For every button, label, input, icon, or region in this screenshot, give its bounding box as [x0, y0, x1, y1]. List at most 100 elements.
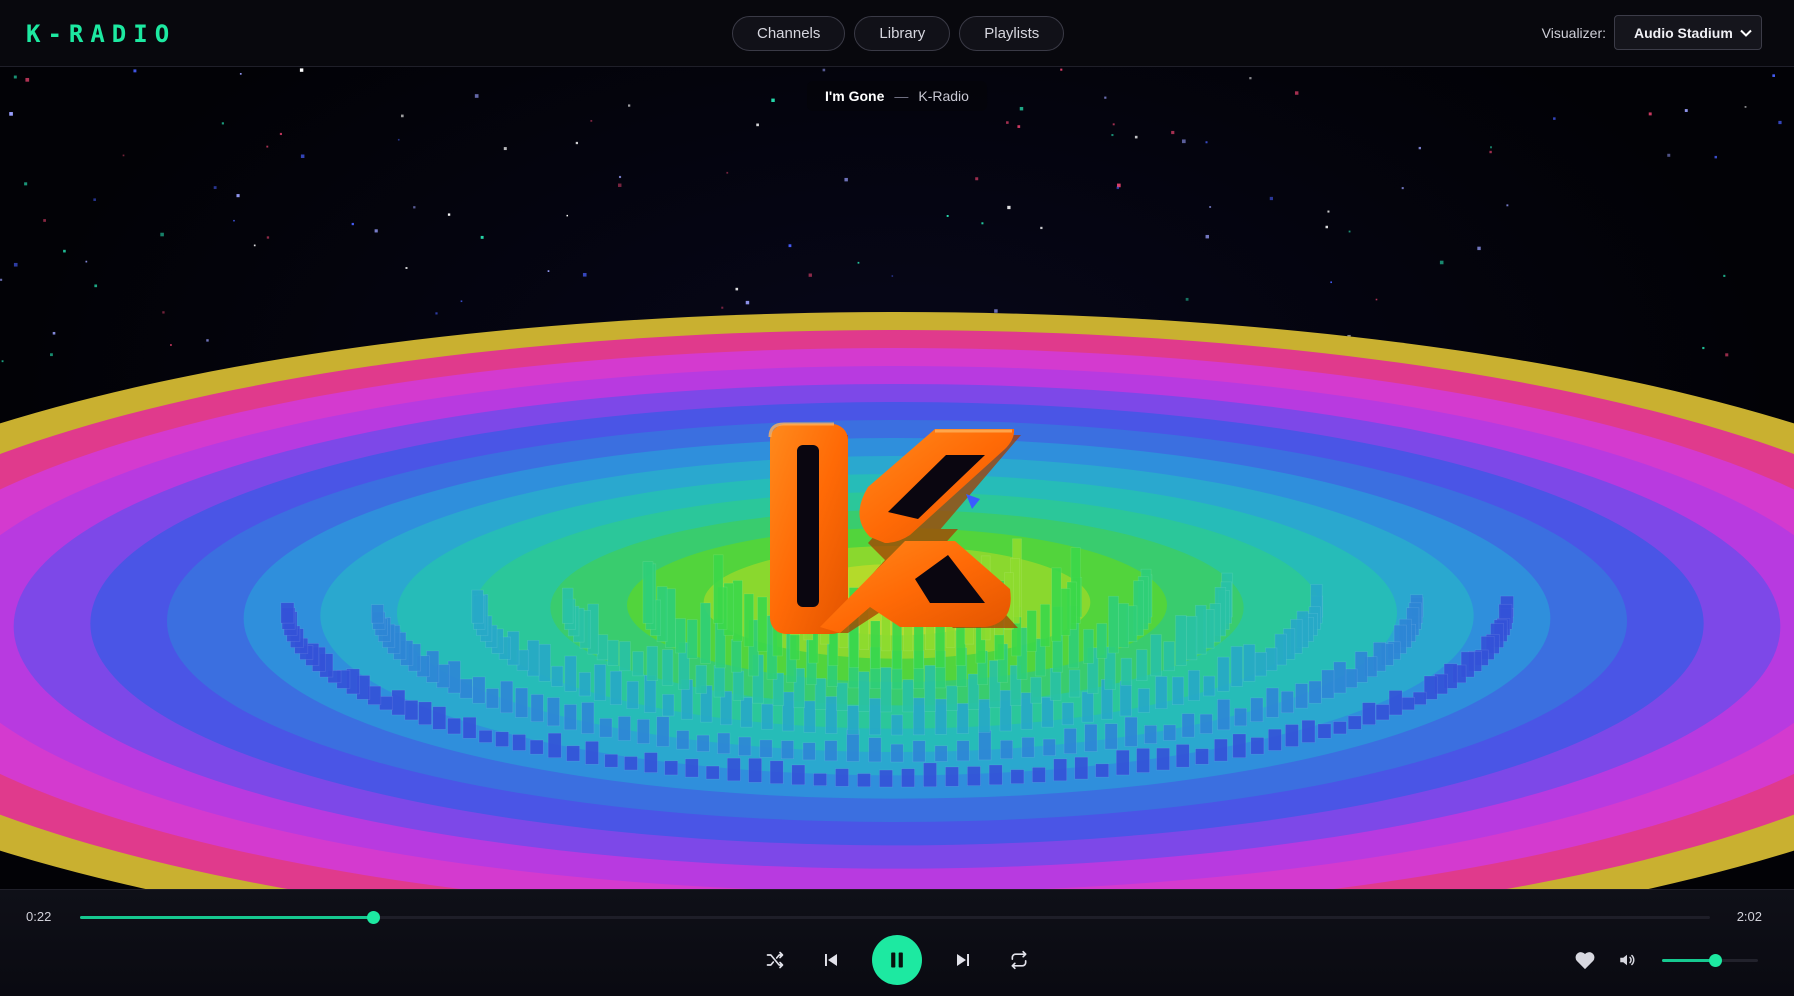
volume-slider-fill: [1662, 958, 1715, 962]
volume-slider[interactable]: [1662, 953, 1758, 967]
audio-bar: [1051, 567, 1062, 642]
star: [891, 275, 894, 277]
audio-bar: [1163, 724, 1177, 741]
pause-button[interactable]: [872, 935, 922, 985]
audio-bar: [1171, 676, 1185, 705]
audio-bar: [1308, 680, 1322, 704]
star: [1294, 91, 1299, 95]
star: [618, 183, 622, 187]
audio-bar: [738, 736, 752, 756]
audio-bar: [988, 764, 1003, 786]
audio-bar: [748, 757, 762, 783]
app-logo[interactable]: K-RADIO: [26, 20, 176, 48]
audio-bar: [1321, 669, 1335, 699]
nav-playlists-button[interactable]: Playlists: [959, 16, 1065, 51]
volume-button[interactable]: [1612, 945, 1642, 975]
star: [1269, 196, 1273, 201]
star: [400, 114, 404, 118]
audio-bar: [684, 758, 699, 778]
audio-bar: [1074, 756, 1089, 780]
audio-bar: [1317, 723, 1332, 739]
star: [618, 175, 622, 179]
audio-bar: [547, 732, 562, 759]
star: [1007, 205, 1011, 210]
audio-bar: [432, 706, 447, 730]
star: [1205, 234, 1210, 239]
star: [726, 171, 729, 174]
audio-bar: [661, 649, 674, 686]
visualizer-select[interactable]: Audio Stadium: [1614, 15, 1762, 50]
like-button[interactable]: [1570, 945, 1600, 975]
audio-bar: [700, 602, 711, 664]
next-button[interactable]: [948, 945, 978, 975]
star: [397, 138, 400, 141]
audio-bar: [472, 676, 486, 704]
audio-bar: [803, 700, 816, 733]
audio-bar: [1032, 767, 1046, 783]
audio-bar: [717, 732, 731, 755]
audio-bar: [512, 734, 526, 751]
audio-bar: [1115, 749, 1130, 776]
audio-bar: [619, 641, 631, 672]
audio-bar: [730, 639, 742, 673]
nav-channels-button[interactable]: Channels: [732, 16, 846, 51]
audio-bar: [1021, 737, 1035, 758]
audio-bar: [934, 698, 947, 735]
audio-bar: [824, 740, 838, 762]
audio-bar: [924, 665, 936, 712]
star: [9, 112, 13, 116]
audio-bar: [1185, 615, 1198, 661]
previous-button[interactable]: [816, 945, 846, 975]
audio-bar: [1250, 697, 1264, 722]
audio-bar: [1388, 690, 1403, 716]
audio-bar: [632, 651, 644, 677]
star: [1134, 135, 1138, 139]
chevron-down-icon: [1740, 26, 1752, 40]
audio-bar: [726, 757, 741, 782]
audio-bar: [551, 665, 564, 687]
audio-bar: [847, 705, 860, 735]
star: [808, 273, 812, 277]
audio-bar: [447, 660, 461, 694]
audio-bar: [1053, 758, 1068, 782]
audio-bar: [868, 698, 882, 736]
audio-bar: [713, 554, 724, 624]
star: [480, 235, 484, 239]
star: [1439, 260, 1444, 265]
audio-bar: [1301, 719, 1316, 743]
seek-bar[interactable]: [80, 911, 1710, 924]
audio-bar: [1068, 669, 1081, 698]
audio-bar: [1401, 697, 1415, 711]
audio-bar: [902, 679, 914, 713]
audio-bar: [868, 737, 882, 763]
audio-bar: [732, 580, 743, 642]
audio-bar: [825, 696, 838, 734]
audio-bar: [1096, 623, 1108, 659]
audio-bar: [1333, 721, 1347, 735]
volume-slider-handle[interactable]: [1708, 953, 1722, 967]
star: [93, 198, 96, 201]
star: [279, 132, 283, 136]
audio-bar: [418, 701, 432, 725]
now-playing-label: I'm Gone — K-Radio: [807, 81, 987, 111]
audio-bar: [599, 718, 613, 738]
audio-bar: [935, 621, 946, 668]
star: [857, 261, 860, 264]
star: [1714, 155, 1718, 159]
star: [844, 177, 848, 182]
shuffle-button[interactable]: [760, 945, 790, 975]
audio-bar: [462, 716, 477, 739]
repeat-button[interactable]: [1004, 945, 1034, 975]
star: [413, 206, 416, 209]
star: [1477, 246, 1481, 251]
audio-bar: [675, 618, 686, 654]
secondary-controls: [1570, 945, 1758, 975]
audio-bar: [890, 714, 904, 736]
star: [1006, 121, 1009, 124]
audio-bar: [379, 696, 393, 711]
star: [236, 194, 240, 198]
audio-bar: [1120, 657, 1133, 686]
visualizer-stage[interactable]: I'm Gone — K-Radio: [0, 67, 1794, 889]
nav-library-button[interactable]: Library: [854, 16, 951, 51]
seek-bar-handle[interactable]: [367, 911, 381, 924]
